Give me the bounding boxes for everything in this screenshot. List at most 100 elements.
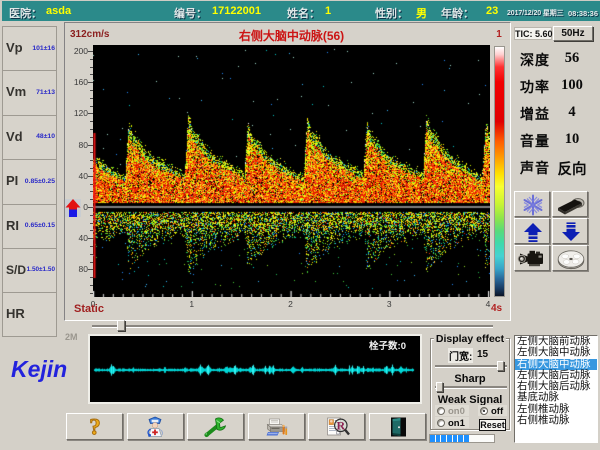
acq-param-value: 10 <box>552 131 592 148</box>
print-button[interactable] <box>248 413 305 440</box>
radio-on1[interactable] <box>437 419 445 427</box>
baseline-arrow-indicator[interactable] <box>65 199 81 217</box>
gate-width-label: 门宽: <box>448 348 473 363</box>
param-value: 1.50±1.50 <box>27 266 55 273</box>
gate-slider-thumb[interactable] <box>497 361 504 371</box>
arrow-up-button[interactable] <box>514 218 550 244</box>
acq-param-value: 56 <box>552 50 592 67</box>
snowflake-button[interactable] <box>514 191 550 217</box>
progress-cell <box>441 435 446 442</box>
sidebar-param-vd[interactable]: Vd48±10 <box>3 116 56 160</box>
sidebar-param-hr[interactable]: HR <box>3 293 56 337</box>
report-review-button[interactable]: R <box>308 413 365 440</box>
y-tick-minor <box>90 277 93 278</box>
report-review-icon: R <box>323 414 351 439</box>
sharp-slider-track[interactable] <box>435 386 507 389</box>
artery-item-3[interactable]: 左侧大脑后动脉 <box>515 370 597 381</box>
artery-item-1[interactable]: 左侧大脑中动脉 <box>515 347 597 358</box>
arrow-down-button[interactable] <box>552 218 588 244</box>
radio-on0-label: on0 <box>448 406 465 417</box>
y-tick-minor <box>90 293 93 294</box>
scrollbar-track[interactable] <box>92 325 493 328</box>
artery-item-2[interactable]: 右侧大脑中动脉 <box>515 359 597 370</box>
camera-icon <box>515 246 551 272</box>
y-tick-minor <box>90 137 93 138</box>
sidebar-param-vp[interactable]: Vp101±16 <box>3 27 56 71</box>
artery-item-4[interactable]: 右侧大脑后动脉 <box>515 381 597 392</box>
y-tick-major <box>88 207 93 208</box>
y-tick-label: 40 <box>68 233 88 243</box>
exit-button[interactable] <box>369 413 426 440</box>
camera-button[interactable] <box>514 245 550 271</box>
artery-item-7[interactable]: 右侧椎动脉 <box>515 415 597 426</box>
progress-cell <box>464 435 469 442</box>
wedge-button[interactable] <box>552 191 588 217</box>
id-value: 17122001 <box>212 5 261 17</box>
baseline-arrow-icon <box>65 199 81 217</box>
patient-info-button[interactable] <box>127 413 184 440</box>
param-label: Vm <box>6 84 26 99</box>
film-reel-button[interactable] <box>552 245 588 271</box>
artery-item-0[interactable]: 左侧大脑前动脉 <box>515 336 597 347</box>
timeline-scrollbar[interactable] <box>92 320 493 332</box>
doppler-spectrogram[interactable] <box>93 45 490 297</box>
gate-width-value: 15 <box>477 349 488 360</box>
param-value: 0.65±0.15 <box>25 222 55 229</box>
y-tick-minor <box>90 67 93 68</box>
scrollbar-thumb[interactable] <box>117 320 125 331</box>
y-tick-major <box>88 238 93 239</box>
exit-icon <box>384 414 412 439</box>
acq-param-label: 功率 <box>520 77 550 97</box>
radio-off[interactable] <box>480 407 488 415</box>
x-tick-label: 1 <box>186 299 198 309</box>
param-label: S/D <box>6 263 26 277</box>
y-tick-minor <box>90 246 93 247</box>
y-tick-minor <box>90 184 93 185</box>
x-tick-label: 2 <box>285 299 297 309</box>
age-label: 年龄： <box>441 5 474 21</box>
help-button[interactable]: ? <box>66 413 123 440</box>
up-arrow-icon <box>66 199 81 208</box>
radio-off-label: off <box>491 406 503 417</box>
radio-selected-dot <box>483 410 486 413</box>
hospital-value: asda <box>46 5 71 17</box>
param-label: HR <box>6 306 25 321</box>
time-end-label: 4s <box>491 303 502 314</box>
artery-item-6[interactable]: 左侧椎动脉 <box>515 404 597 415</box>
y-tick-minor <box>90 199 93 200</box>
param-value: 0.85±0.25 <box>25 178 55 185</box>
sidebar-param-pi[interactable]: PI0.85±0.25 <box>3 160 56 204</box>
progress-cell <box>430 435 435 442</box>
artery-item-5[interactable]: 基底动脉 <box>515 392 597 403</box>
y-tick-minor <box>90 90 93 91</box>
radio-on0[interactable] <box>437 407 445 415</box>
sidebar-param-ri[interactable]: RI0.65±0.15 <box>3 205 56 249</box>
patient-info-icon <box>141 414 169 439</box>
sidebar-param-sd[interactable]: S/D1.50±1.50 <box>3 249 56 293</box>
y-tick-minor <box>90 168 93 169</box>
setup-wrench-button[interactable] <box>187 413 244 440</box>
sharp-slider-thumb[interactable] <box>436 382 443 392</box>
y-tick-minor <box>90 254 93 255</box>
progress-cell <box>447 435 452 442</box>
acq-param-value: 反向 <box>552 158 592 179</box>
reset-button[interactable]: Reset <box>479 419 506 431</box>
frequency-button[interactable]: 50Hz <box>553 26 593 41</box>
acq-param-label: 深度 <box>520 50 550 70</box>
intensity-colorbar <box>494 46 505 297</box>
sidebar-param-vm[interactable]: Vm71±13 <box>3 71 56 115</box>
y-tick-minor <box>90 230 93 231</box>
artery-list[interactable]: 左侧大脑前动脉左侧大脑中动脉右侧大脑中动脉左侧大脑后动脉右侧大脑后动脉基底动脉左… <box>514 335 598 443</box>
y-tick-label: 40 <box>68 171 88 181</box>
gender-value: 男 <box>416 5 427 21</box>
status-label: Static <box>74 303 104 315</box>
param-label: Vp <box>6 40 23 55</box>
arrow-up-icon <box>515 219 551 245</box>
embolus-count-label: 栓子数:0 <box>369 338 406 352</box>
display-effect-title: Display effect <box>434 333 506 345</box>
id-label: 编号： <box>174 5 207 21</box>
svg-text:?: ? <box>89 414 101 439</box>
radio-on1-label: on1 <box>448 418 465 429</box>
param-label: Vd <box>6 129 23 144</box>
y-tick-label: 80 <box>68 140 88 150</box>
